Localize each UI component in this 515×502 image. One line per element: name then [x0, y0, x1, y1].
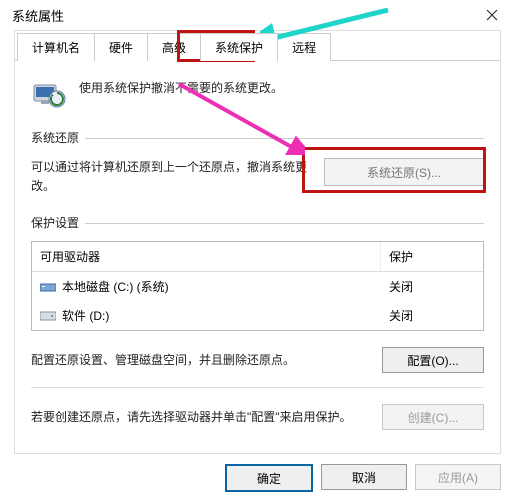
restore-row: 可以通过将计算机还原到上一个还原点，撤消系统更改。 系统还原(S)... [31, 158, 484, 196]
section-rule [85, 138, 484, 139]
column-drive: 可用驱动器 [32, 242, 381, 272]
restore-description: 可以通过将计算机还原到上一个还原点，撤消系统更改。 [31, 158, 310, 196]
drive-row[interactable]: 软件 (D:) 关闭 [32, 301, 483, 330]
section-protection-label: 保护设置 [31, 214, 79, 231]
column-protection: 保护 [381, 242, 483, 272]
hdd-icon [40, 281, 56, 293]
configure-text: 配置还原设置、管理磁盘空间，并且删除还原点。 [31, 351, 368, 370]
disk-icon [40, 310, 56, 322]
ok-button[interactable]: 确定 [225, 464, 313, 492]
drive-name-label: 软件 (D:) [62, 307, 109, 324]
close-icon [486, 9, 498, 21]
apply-button: 应用(A) [415, 464, 501, 490]
dialog-button-row: 确定 取消 应用(A) [225, 464, 501, 492]
system-restore-button[interactable]: 系统还原(S)... [324, 158, 484, 186]
drives-list: 可用驱动器 保护 本地磁盘 (C:) (系统) 关闭 软件 (D:) 关闭 [31, 241, 484, 331]
section-rule [85, 223, 484, 224]
create-button: 创建(C)... [382, 404, 484, 430]
configure-row: 配置还原设置、管理磁盘空间，并且删除还原点。 配置(O)... [31, 347, 484, 373]
create-row: 若要创建还原点，请先选择驱动器并单击"配置"来启用保护。 创建(C)... [31, 404, 484, 430]
tab-remote[interactable]: 远程 [277, 33, 331, 61]
window-title: 系统属性 [12, 6, 64, 25]
titlebar: 系统属性 [0, 0, 515, 30]
drive-protection-value: 关闭 [381, 301, 483, 330]
divider [31, 387, 484, 388]
tab-system-protection[interactable]: 系统保护 [200, 33, 278, 61]
tab-strip: 计算机名 硬件 高级 系统保护 远程 [15, 33, 500, 61]
tab-advanced[interactable]: 高级 [147, 33, 201, 61]
drive-name-label: 本地磁盘 (C:) (系统) [62, 278, 169, 295]
system-protection-icon [31, 75, 67, 111]
tab-hardware[interactable]: 硬件 [94, 33, 148, 61]
section-system-restore-label: 系统还原 [31, 129, 79, 146]
tab-panel-system-protection: 使用系统保护撤消不需要的系统更改。 系统还原 可以通过将计算机还原到上一个还原点… [15, 60, 500, 452]
configure-button[interactable]: 配置(O)... [382, 347, 484, 373]
drives-header: 可用驱动器 保护 [32, 242, 483, 272]
tab-computer-name[interactable]: 计算机名 [17, 33, 95, 61]
create-text: 若要创建还原点，请先选择驱动器并单击"配置"来启用保护。 [31, 408, 368, 427]
intro-row: 使用系统保护撤消不需要的系统更改。 [31, 75, 484, 111]
section-system-restore-head: 系统还原 [31, 129, 484, 148]
cancel-button[interactable]: 取消 [321, 464, 407, 490]
drive-row[interactable]: 本地磁盘 (C:) (系统) 关闭 [32, 272, 483, 301]
section-protection-head: 保护设置 [31, 214, 484, 233]
close-button[interactable] [469, 0, 515, 30]
client-area: 计算机名 硬件 高级 系统保护 远程 使用系统保护撤消不需要的系统更改。 系统还… [14, 30, 501, 454]
intro-text: 使用系统保护撤消不需要的系统更改。 [79, 75, 283, 96]
drive-protection-value: 关闭 [381, 272, 483, 301]
system-properties-window: 系统属性 计算机名 硬件 高级 系统保护 远程 使用系统保护 [0, 0, 515, 502]
